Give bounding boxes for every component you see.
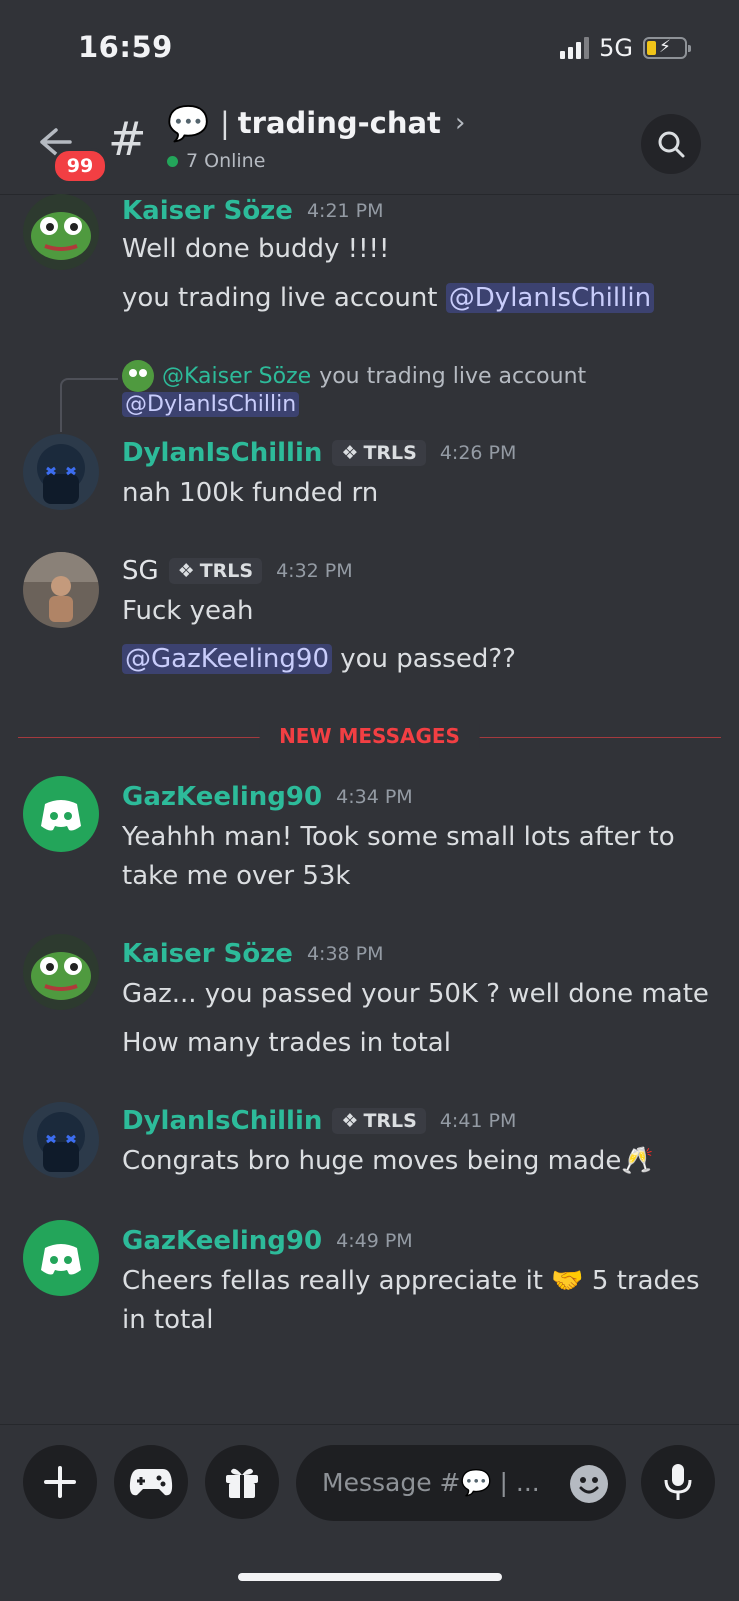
avatar[interactable] bbox=[23, 552, 99, 628]
new-messages-label: NEW MESSAGES bbox=[259, 724, 480, 748]
user-mention[interactable]: @DylanIsChillin bbox=[122, 392, 300, 417]
message-text: @GazKeeling90 you passed?? bbox=[122, 644, 516, 674]
home-indicator bbox=[238, 1573, 502, 1581]
timestamp: 4:32 PM bbox=[276, 560, 353, 582]
message-text: take me over 53k bbox=[122, 861, 351, 891]
message-text: you trading live account @DylanIsChillin bbox=[122, 283, 655, 313]
message-composer: Message #💬 | ... bbox=[0, 1424, 739, 1601]
online-dot-icon bbox=[167, 155, 178, 167]
network-type: 5G bbox=[599, 34, 633, 62]
add-attachment-button[interactable] bbox=[23, 1445, 97, 1519]
username[interactable]: DylanIsChillin bbox=[122, 438, 322, 468]
avatar[interactable] bbox=[23, 1102, 99, 1178]
clock: 16:59 bbox=[78, 30, 173, 64]
user-mention[interactable]: @GazKeeling90 bbox=[122, 644, 332, 674]
timestamp: 4:41 PM bbox=[439, 1110, 517, 1132]
voice-message-button[interactable] bbox=[641, 1445, 715, 1519]
status-bar: 16:59 5G ⚡ bbox=[0, 0, 739, 96]
search-icon bbox=[658, 131, 685, 158]
timestamp: 4:34 PM bbox=[336, 786, 413, 808]
chevron-right-icon: › bbox=[454, 108, 466, 138]
message-header: DylanIsChillin ❖ TRLS 4:26 PM bbox=[122, 438, 516, 468]
message-input[interactable]: Message #💬 | ... bbox=[296, 1445, 626, 1521]
activities-button[interactable] bbox=[114, 1445, 188, 1519]
gift-icon bbox=[226, 1468, 258, 1498]
timestamp: 4:49 PM bbox=[336, 1230, 413, 1252]
message-text: Cheers fellas really appreciate it 🤝 5 t… bbox=[122, 1266, 700, 1296]
message-text: Congrats bro huge moves being made🥂 bbox=[122, 1146, 654, 1176]
username[interactable]: GazKeeling90 bbox=[122, 1226, 322, 1256]
user-mention[interactable]: @DylanIsChillin bbox=[445, 283, 655, 313]
gift-button[interactable] bbox=[205, 1445, 279, 1519]
username[interactable]: SG bbox=[122, 556, 159, 586]
discord-logo-icon bbox=[41, 1244, 81, 1275]
message-text: Fuck yeah bbox=[122, 596, 254, 626]
status-icons: 5G ⚡ bbox=[560, 34, 691, 62]
avatar[interactable] bbox=[23, 934, 99, 1010]
diamond-icon: ❖ bbox=[341, 1110, 359, 1132]
avatar[interactable] bbox=[23, 776, 99, 852]
message-header: GazKeeling90 4:34 PM bbox=[122, 782, 413, 812]
reply-author: @Kaiser Söze bbox=[162, 363, 312, 389]
timestamp: 4:26 PM bbox=[439, 442, 517, 464]
battery-icon: ⚡ bbox=[643, 37, 691, 59]
avatar[interactable] bbox=[23, 1220, 99, 1296]
message-header: GazKeeling90 4:49 PM bbox=[122, 1226, 413, 1256]
hash-icon: # bbox=[108, 112, 147, 166]
reply-avatar bbox=[122, 360, 154, 392]
timestamp: 4:21 PM bbox=[306, 200, 384, 222]
online-count: 7 Online bbox=[167, 150, 265, 172]
avatar[interactable] bbox=[23, 194, 99, 270]
message-text: nah 100k funded rn bbox=[122, 478, 379, 508]
signal-icon bbox=[560, 37, 590, 59]
reply-preview-line2: @DylanIsChillin bbox=[122, 392, 300, 417]
message-header: DylanIsChillin ❖ TRLS 4:41 PM bbox=[122, 1106, 516, 1136]
message-header: Kaiser Söze 4:38 PM bbox=[122, 939, 384, 969]
role-tag[interactable]: ❖ TRLS bbox=[332, 440, 426, 466]
timestamp: 4:38 PM bbox=[306, 943, 384, 965]
username[interactable]: DylanIsChillin bbox=[122, 1106, 322, 1136]
message-list[interactable]: Kaiser Söze 4:21 PM Well done buddy !!!!… bbox=[0, 194, 739, 1424]
plus-icon bbox=[44, 1466, 76, 1498]
gamepad-icon bbox=[129, 1469, 173, 1496]
speech-bubble-icon: 💬 bbox=[167, 104, 210, 144]
diamond-icon: ❖ bbox=[177, 560, 195, 582]
username[interactable]: Kaiser Söze bbox=[122, 939, 293, 969]
message-header: Kaiser Söze 4:21 PM bbox=[122, 196, 384, 226]
channel-name: trading-chat bbox=[237, 106, 441, 140]
username[interactable]: GazKeeling90 bbox=[122, 782, 322, 812]
discord-logo-icon bbox=[41, 800, 81, 831]
role-tag[interactable]: ❖ TRLS bbox=[168, 558, 263, 584]
message-text: Gaz... you passed your 50K ? well done m… bbox=[122, 979, 709, 1009]
role-tag[interactable]: ❖ TRLS bbox=[332, 1108, 426, 1134]
channel-header: 99 # 💬 | trading-chat › 7 Online bbox=[0, 96, 739, 195]
emoji-button[interactable] bbox=[570, 1465, 608, 1503]
username[interactable]: Kaiser Söze bbox=[122, 196, 293, 226]
channel-title[interactable]: | trading-chat › bbox=[220, 106, 465, 140]
reply-preview[interactable]: @Kaiser Söze you trading live account bbox=[122, 360, 586, 392]
reply-connector bbox=[60, 378, 118, 432]
search-button[interactable] bbox=[641, 114, 701, 174]
message-text: How many trades in total bbox=[122, 1028, 451, 1058]
message-placeholder: Message #💬 | ... bbox=[322, 1468, 540, 1497]
unread-badge: 99 bbox=[52, 148, 108, 184]
title-separator: | bbox=[220, 106, 230, 140]
avatar[interactable] bbox=[23, 434, 99, 510]
message-text: Well done buddy !!!! bbox=[122, 234, 390, 264]
message-text: Yeahhh man! Took some small lots after t… bbox=[122, 822, 675, 852]
new-messages-divider: NEW MESSAGES bbox=[18, 724, 721, 748]
message-header: SG ❖ TRLS 4:32 PM bbox=[122, 556, 353, 586]
microphone-icon bbox=[664, 1464, 692, 1500]
diamond-icon: ❖ bbox=[341, 442, 359, 464]
smiley-icon bbox=[579, 1477, 599, 1494]
reply-text: you trading live account bbox=[319, 363, 587, 389]
online-label: 7 Online bbox=[186, 150, 266, 172]
message-text: in total bbox=[122, 1305, 214, 1335]
